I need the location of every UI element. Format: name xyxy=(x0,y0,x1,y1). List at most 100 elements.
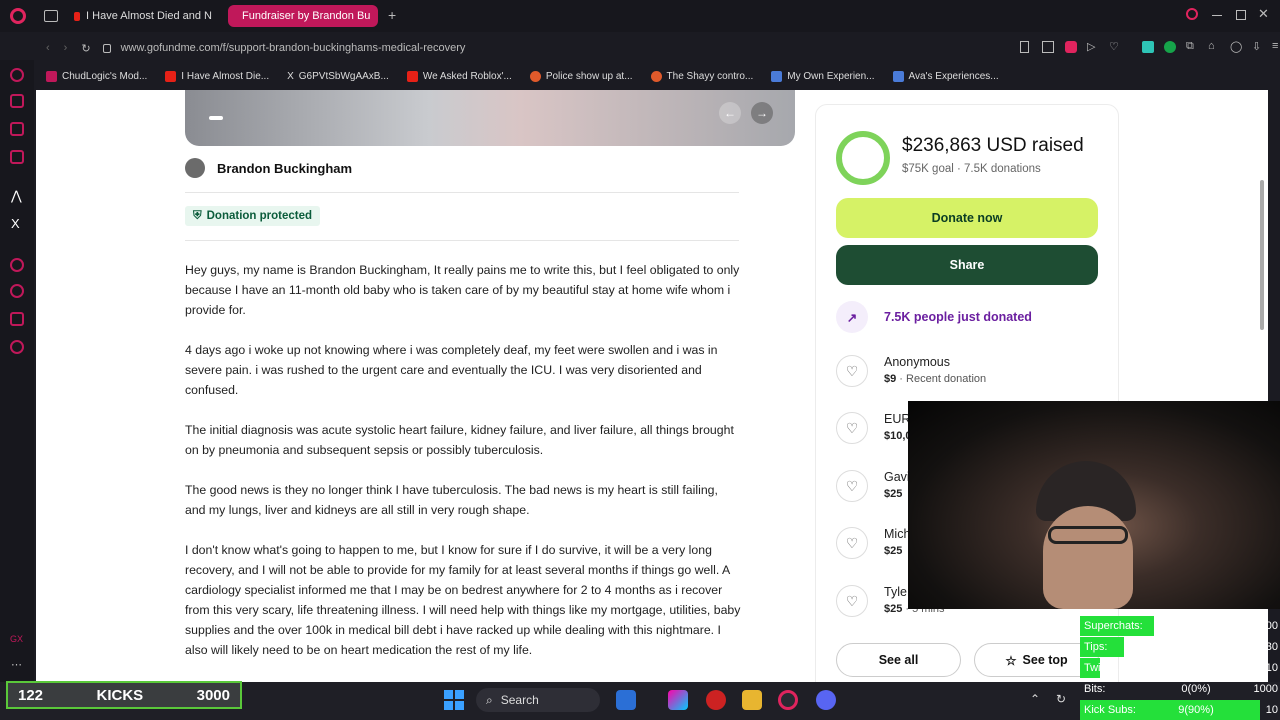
discord-icon[interactable] xyxy=(816,690,836,710)
snapshot-icon[interactable] xyxy=(1042,41,1054,53)
bookmark-item[interactable]: Police show up at... xyxy=(529,70,633,82)
wallet-icon[interactable]: ⌂ xyxy=(1208,40,1215,52)
address-bar: ‹ › ↻ www.gofundme.com/f/support-brandon… xyxy=(36,36,1280,60)
browser-tab-bar: I Have Almost Died and N Fundraiser by B… xyxy=(0,0,1280,32)
goal-text: 1000 xyxy=(1253,683,1278,695)
back-icon[interactable]: ‹ xyxy=(46,42,50,54)
webcam-glasses xyxy=(1048,526,1128,544)
youtube-icon xyxy=(165,70,177,82)
opera-gx-icon[interactable] xyxy=(778,690,798,710)
chevron-up-icon[interactable]: ⌃ xyxy=(1030,692,1040,706)
file-explorer-icon[interactable] xyxy=(742,690,762,710)
more-icon[interactable]: ⋯ xyxy=(11,658,22,671)
goal-text: Kick Subs: xyxy=(1084,704,1136,716)
docs-icon xyxy=(771,70,783,82)
webcam-face xyxy=(1043,506,1133,609)
extensions-icon[interactable]: ⧉ xyxy=(1186,40,1194,53)
new-tab-icon[interactable]: + xyxy=(388,7,396,23)
share-button[interactable]: Share xyxy=(836,245,1098,285)
minimize-icon[interactable] xyxy=(1212,15,1222,16)
bookmark-item[interactable]: The Shayy contro... xyxy=(650,70,753,82)
settings-icon[interactable] xyxy=(10,340,24,354)
goal-text: 9(90%) xyxy=(1178,704,1214,716)
workspace-icon[interactable] xyxy=(10,94,24,108)
download-icon[interactable]: ⇩ xyxy=(1252,40,1261,53)
bookmark-item[interactable]: ChudLogic's Mod... xyxy=(46,70,147,82)
story-paragraph: The initial diagnosis was acute systolic… xyxy=(185,423,734,457)
story-paragraph: 4 days ago i woke up not knowing where i… xyxy=(185,343,718,397)
bookmark-item[interactable]: We Asked Roblox'... xyxy=(406,70,512,82)
tab-video[interactable]: I Have Almost Died and N xyxy=(66,5,220,27)
url-field[interactable]: www.gofundme.com/f/support-brandon-bucki… xyxy=(121,42,466,54)
history-icon[interactable] xyxy=(10,284,24,298)
goal-text: 1(10%) xyxy=(1178,662,1214,674)
see-all-button[interactable]: See all xyxy=(836,643,961,677)
screen: I Have Almost Died and N Fundraiser by B… xyxy=(0,0,1280,720)
aria-icon[interactable] xyxy=(10,68,24,82)
donate-button[interactable]: Donate now xyxy=(836,198,1098,238)
player-icon[interactable] xyxy=(10,258,24,272)
account-icon[interactable] xyxy=(1164,41,1176,53)
donor-item: ♡ Gavi $25 xyxy=(836,470,910,502)
story-paragraph: The good news is they no longer think I … xyxy=(185,483,718,517)
donation-protected-badge[interactable]: ⛨ Donation protected xyxy=(185,206,321,226)
windows-start-icon[interactable] xyxy=(444,690,464,710)
search-tabs-icon[interactable] xyxy=(1186,8,1198,20)
goal-text: Twitch Subs: xyxy=(1084,662,1147,674)
docs-icon xyxy=(892,70,904,82)
messenger-icon[interactable] xyxy=(10,150,24,164)
extensions-icon[interactable] xyxy=(10,312,24,326)
goal-text: 10 xyxy=(1265,704,1278,716)
extension-icon[interactable] xyxy=(1142,41,1154,53)
carousel-prev-icon[interactable]: ← xyxy=(719,102,741,124)
goal-text: $6.66(22%) xyxy=(1167,641,1225,653)
kick-icon[interactable]: ⋀ xyxy=(11,188,22,204)
organizer[interactable]: Brandon Buckingham xyxy=(185,158,352,178)
webcam-overlay xyxy=(908,401,1280,609)
organizer-name: Brandon Buckingham xyxy=(217,160,353,176)
play-icon[interactable]: ▷ xyxy=(1087,40,1095,53)
bookmark-item[interactable]: X G6PVtSbWgAAxB... xyxy=(287,71,389,82)
copilot-icon[interactable] xyxy=(668,690,688,710)
gx-icon: GX xyxy=(10,634,24,644)
carousel-next-icon[interactable]: → xyxy=(751,102,773,124)
widgets-icon[interactable] xyxy=(616,690,636,710)
x-icon: X xyxy=(287,70,294,82)
menu-icon[interactable]: ≡ xyxy=(1272,40,1278,52)
bookmark-item[interactable]: Ava's Experiences... xyxy=(892,70,999,82)
goal-text: $30 xyxy=(1259,641,1278,653)
progress-ring xyxy=(836,131,890,185)
reload-icon[interactable]: ↻ xyxy=(81,42,90,55)
tab-manager-icon[interactable] xyxy=(44,10,58,22)
sync-icon[interactable]: ↻ xyxy=(1056,692,1066,706)
maximize-icon[interactable] xyxy=(1236,10,1246,20)
adblock-icon[interactable] xyxy=(1065,41,1077,53)
divider xyxy=(185,192,739,193)
goal-text: 0(0%) xyxy=(1181,683,1211,695)
goal-row: Tips: $6.66(22%) $30 xyxy=(1080,637,1280,657)
campaign-image[interactable]: ← → xyxy=(185,90,795,146)
search-icon: ⌕ xyxy=(486,692,493,707)
bookmark-item[interactable]: I Have Almost Die... xyxy=(165,70,269,82)
scrollbar[interactable] xyxy=(1260,180,1264,330)
close-icon[interactable]: ✕ xyxy=(1258,6,1269,22)
star-icon: ☆ xyxy=(1005,653,1017,668)
bookmark-item[interactable]: My Own Experien... xyxy=(771,70,875,82)
reddit-icon xyxy=(529,70,541,82)
lock-icon xyxy=(102,43,111,53)
goal-text: Superchats: xyxy=(1084,620,1143,632)
heart-icon[interactable]: ♡ xyxy=(1109,40,1119,53)
hand-heart-icon: ♡ xyxy=(836,355,868,387)
profile-icon[interactable]: ◯ xyxy=(1230,40,1242,53)
paint-icon[interactable] xyxy=(10,122,24,136)
opera-logo-icon[interactable] xyxy=(10,8,26,24)
shield-icon: ⛨ xyxy=(193,209,202,222)
forward-icon[interactable]: › xyxy=(64,42,68,54)
hand-heart-icon: ♡ xyxy=(836,585,868,617)
app-icon[interactable] xyxy=(706,690,726,710)
x-icon[interactable]: X xyxy=(11,216,20,231)
bookmark-icon[interactable] xyxy=(1020,41,1029,53)
taskbar-search[interactable]: ⌕ Search xyxy=(476,688,600,712)
tab-fundraiser[interactable]: Fundraiser by Brandon Bu xyxy=(228,5,378,27)
recent-donations-banner: ↗ 7.5K people just donated xyxy=(836,301,1032,333)
